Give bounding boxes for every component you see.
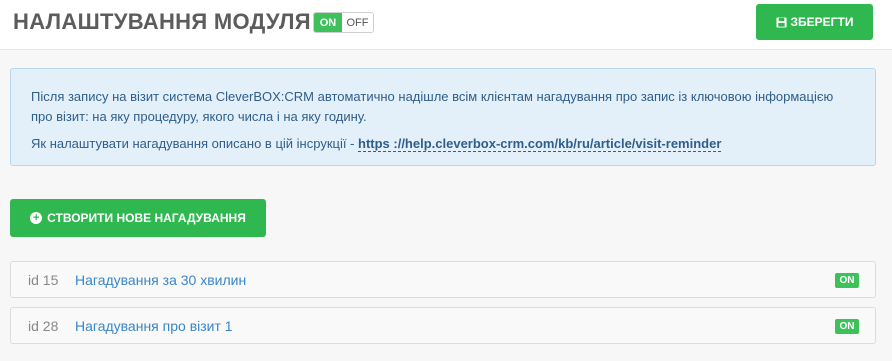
reminder-item-15[interactable]: id 15 Нагадування за 30 хвилин ON	[10, 261, 876, 298]
module-toggle[interactable]: ON OFF	[313, 12, 374, 33]
info-alert: Після запису на візит система CleverBOX:…	[10, 68, 876, 166]
page-title: НАЛАШТУВАННЯ МОДУЛЯ	[13, 9, 311, 34]
status-badge[interactable]: ON	[835, 273, 859, 288]
toggle-off[interactable]: OFF	[342, 13, 373, 32]
floppy-disk-icon	[775, 16, 787, 28]
save-button[interactable]: ЗБЕРЕГТИ	[756, 4, 873, 40]
save-button-label: ЗБЕРЕГТИ	[790, 15, 854, 29]
info-description: Після запису на візит система CleverBOX:…	[31, 89, 834, 124]
create-reminder-label: СТВОРИТИ НОВЕ НАГАДУВАННЯ	[47, 211, 246, 225]
page-header: НАЛАШТУВАННЯ МОДУЛЯ ON OFF ЗБЕРЕГТИ	[0, 0, 892, 50]
reminder-item-28[interactable]: id 28 Нагадування про візит 1 ON	[10, 307, 876, 344]
info-instruction: Як налаштувати нагадування описано в цій…	[31, 134, 855, 154]
reminder-name-link[interactable]: Нагадування за 30 хвилин	[75, 272, 246, 288]
status-badge[interactable]: ON	[835, 319, 859, 334]
instruction-link[interactable]: https ://help.cleverbox-crm.com/kb/ru/ar…	[358, 136, 722, 152]
reminder-id: id 28	[28, 317, 59, 334]
create-reminder-button[interactable]: + СТВОРИТИ НОВЕ НАГАДУВАННЯ	[10, 199, 266, 237]
plus-circle-icon: +	[30, 212, 43, 224]
info-instruction-text: Як налаштувати нагадування описано в цій…	[31, 136, 358, 151]
reminder-name-link[interactable]: Нагадування про візит 1	[75, 318, 233, 334]
toggle-on[interactable]: ON	[314, 13, 342, 32]
reminder-id: id 15	[28, 271, 59, 288]
